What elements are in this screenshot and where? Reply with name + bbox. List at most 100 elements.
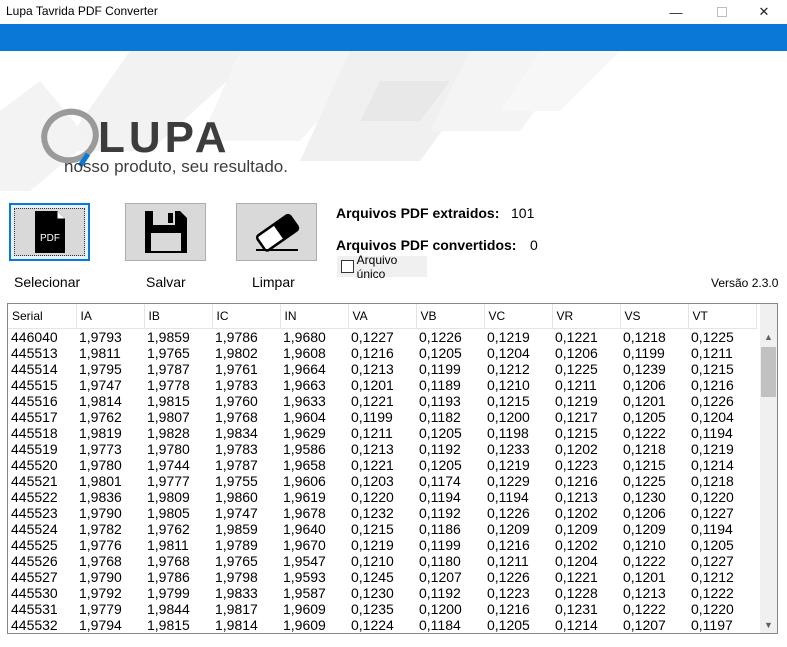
table-row[interactable]: 445519 1,9773 1,9780 1,9783 1,9586 0,1213 0,11…: [8, 441, 756, 457]
table-cell: 0,1198: [487, 424, 529, 441]
table-row[interactable]: 446040 1,9793 1,9859 1,9786 1,9680 0,1227 0,12…: [8, 328, 756, 345]
lupa-logo: LUPA nosso produto, seu resultado.: [41, 108, 288, 176]
checkbox-box[interactable]: [341, 260, 354, 273]
table-cell: 0,1206: [623, 504, 666, 521]
table-cell: 1,9844: [147, 600, 190, 617]
table-cell: 1,9859: [215, 520, 258, 537]
table-cell: 0,1205: [487, 616, 530, 633]
table-cell: 0,1223: [487, 584, 530, 601]
table-cell: 0,1211: [691, 344, 733, 361]
table-cell: 1,9801: [79, 472, 122, 489]
table-cell: 0,1180: [419, 552, 461, 569]
table-cell: 1,9778: [147, 376, 190, 393]
table-cell: 0,1212: [691, 568, 734, 585]
converted-label: Arquivos PDF convertidos:: [336, 237, 517, 253]
table-cell: 0,1226: [691, 392, 734, 409]
table-cell: 445519: [11, 440, 58, 457]
maximize-icon: [717, 7, 727, 17]
table-row[interactable]: 445531 1,9779 1,9844 1,9817 1,9609 0,1235 0,12…: [8, 601, 756, 617]
table-cell: 0,1205: [691, 536, 734, 553]
table-cell: 1,9773: [79, 440, 122, 457]
table-cell: 445530: [11, 584, 58, 601]
table-cell: 1,9834: [215, 424, 258, 441]
table-cell: 0,1206: [555, 344, 598, 361]
table-cell: 0,1229: [487, 472, 530, 489]
table-cell: 0,1220: [691, 488, 734, 505]
column-header[interactable]: Serial: [8, 304, 77, 329]
table-row[interactable]: 445530 1,9792 1,9799 1,9833 1,9587 0,1230 0,11…: [8, 585, 756, 601]
table-row[interactable]: 445525 1,9776 1,9811 1,9789 1,9670 0,1219 0,11…: [8, 537, 756, 553]
table-row[interactable]: 445514 1,9795 1,9787 1,9761 1,9664 0,1213 0,11…: [8, 361, 756, 377]
table-cell: 445525: [11, 536, 58, 553]
table-cell: 1,9633: [283, 392, 326, 409]
table-cell: 0,1224: [351, 616, 394, 633]
window-title: Lupa Tavrida PDF Converter: [6, 4, 158, 18]
table-row[interactable]: 445522 1,9836 1,9809 1,9860 1,9619 0,1220 0,11…: [8, 489, 756, 505]
table-row[interactable]: 445517 1,9762 1,9807 1,9768 1,9604 0,1199 0,11…: [8, 409, 756, 425]
table-cell: 0,1231: [555, 600, 598, 617]
table-cell: 1,9747: [79, 376, 122, 393]
table-cell: 1,9792: [79, 584, 122, 601]
save-button[interactable]: [125, 203, 206, 261]
single-file-checkbox[interactable]: Arquivo único: [337, 253, 427, 281]
column-header[interactable]: VB: [416, 304, 485, 329]
table-cell: 0,1211: [555, 376, 597, 393]
table-row[interactable]: 445516 1,9814 1,9815 1,9760 1,9633 0,1221 0,11…: [8, 393, 756, 409]
minimize-button[interactable]: —: [653, 0, 699, 24]
table-row[interactable]: 445513 1,9811 1,9765 1,9802 1,9608 0,1216 0,12…: [8, 345, 756, 361]
column-header[interactable]: IB: [144, 304, 213, 329]
table-cell: 1,9609: [283, 616, 326, 633]
column-header[interactable]: VA: [348, 304, 417, 329]
close-button[interactable]: ✕: [741, 0, 787, 24]
data-grid[interactable]: Serial IA IB IC IN VA VB VC VR VS VT 446040 1,9793 1…: [7, 303, 778, 634]
table-row[interactable]: 445521 1,9801 1,9777 1,9755 1,9606 0,1203 0,11…: [8, 473, 756, 489]
maximize-button[interactable]: [699, 0, 745, 24]
table-row[interactable]: 445515 1,9747 1,9778 1,9783 1,9663 0,1201 0,11…: [8, 377, 756, 393]
table-cell: 0,1209: [623, 520, 666, 537]
table-row[interactable]: 445527 1,9790 1,9786 1,9798 1,9593 0,1245 0,12…: [8, 569, 756, 585]
table-cell: 0,1219: [487, 328, 530, 345]
table-cell: 0,1221: [351, 456, 394, 473]
header-bar: [0, 24, 787, 51]
scroll-down-button[interactable]: ▼: [760, 616, 777, 633]
logo-wordmark: LUPA: [98, 113, 231, 162]
table-cell: 0,1192: [419, 440, 461, 457]
table-row[interactable]: 445532 1,9794 1,9815 1,9814 1,9609 0,1224 0,11…: [8, 617, 756, 633]
table-cell: 1,9768: [147, 552, 190, 569]
table-cell: 0,1213: [351, 440, 394, 457]
column-header[interactable]: VC: [484, 304, 553, 329]
table-row[interactable]: 445518 1,9819 1,9828 1,9834 1,9629 0,1211 0,12…: [8, 425, 756, 441]
clear-button[interactable]: [236, 203, 317, 261]
table-cell: 0,1214: [691, 456, 734, 473]
table-cell: 445513: [11, 344, 58, 361]
table-cell: 0,1210: [351, 552, 394, 569]
table-cell: 0,1219: [555, 392, 598, 409]
table-cell: 0,1204: [487, 344, 530, 361]
table-cell: 0,1174: [419, 472, 461, 489]
clear-label: Limpar: [252, 274, 295, 290]
table-cell: 0,1189: [419, 376, 461, 393]
table-cell: 1,9817: [215, 600, 258, 617]
pdf-file-icon: PDF: [34, 211, 65, 253]
table-row[interactable]: 445524 1,9782 1,9762 1,9859 1,9640 0,1215 0,11…: [8, 521, 756, 537]
vertical-scrollbar[interactable]: ▲ ▼: [760, 304, 777, 633]
scroll-up-button[interactable]: ▲: [760, 328, 777, 345]
table-row[interactable]: 445520 1,9780 1,9744 1,9787 1,9658 0,1221 0,12…: [8, 457, 756, 473]
column-header[interactable]: IC: [212, 304, 281, 329]
table-cell: 0,1216: [555, 472, 598, 489]
table-cell: 0,1225: [691, 328, 734, 345]
table-cell: 0,1205: [623, 408, 666, 425]
table-row[interactable]: 445526 1,9768 1,9768 1,9765 1,9547 0,1210 0,11…: [8, 553, 756, 569]
column-header[interactable]: VS: [620, 304, 689, 329]
table-cell: 445524: [11, 520, 58, 537]
column-header[interactable]: IA: [76, 304, 145, 329]
table-cell: 445518: [11, 424, 58, 441]
table-row[interactable]: 445523 1,9790 1,9805 1,9747 1,9678 0,1232 0,11…: [8, 505, 756, 521]
column-header[interactable]: IN: [280, 304, 349, 329]
select-pdf-button[interactable]: PDF: [9, 203, 90, 261]
table-cell: 1,9798: [215, 568, 258, 585]
scroll-thumb[interactable]: [761, 347, 776, 397]
table-cell: 0,1193: [419, 392, 461, 409]
column-header[interactable]: VT: [688, 304, 757, 329]
column-header[interactable]: VR: [552, 304, 621, 329]
